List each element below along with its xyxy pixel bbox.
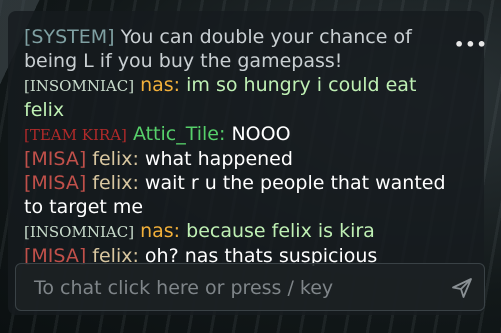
chat-message-system: [SYSTEM] You can double your chance of b… [24, 25, 454, 73]
player-name[interactable]: nas: [140, 74, 180, 96]
chat-input-bar[interactable]: To chat click here or press / key [15, 263, 485, 311]
chat-message: [MISA] felix: wait r u the people that w… [24, 171, 454, 219]
more-options-button[interactable]: ••• [454, 33, 487, 57]
chat-message: [INSOMNIAC] nas: because felix is kira [24, 219, 454, 244]
player-name[interactable]: felix: [92, 148, 139, 170]
chat-message-list: [SYSTEM] You can double your chance of b… [24, 25, 454, 268]
chat-message: [TEAM KIRA] Attic_Tile: NOOO [24, 122, 454, 147]
team-tag-misa: [MISA] [24, 172, 87, 194]
team-tag-misa: [MISA] [24, 148, 87, 170]
chat-message: [MISA] felix: what happened [24, 147, 454, 171]
player-name[interactable]: Attic_Tile: [133, 123, 225, 145]
player-name[interactable]: felix: [92, 172, 139, 194]
message-text: NOOO [231, 123, 291, 145]
chat-message: [INSOMNIAC] nas: im so hungry i could ea… [24, 73, 454, 122]
message-text: what happened [144, 148, 293, 170]
player-name[interactable]: nas: [140, 220, 180, 242]
team-tag-insomniac: [INSOMNIAC] [24, 77, 135, 95]
message-text: wait r u the people that wanted to targe… [24, 172, 446, 218]
chat-input-field[interactable]: To chat click here or press / key [34, 264, 333, 312]
system-tag: [SYSTEM] [24, 26, 115, 48]
team-tag-kira: [TEAM KIRA] [24, 126, 127, 144]
team-tag-insomniac: [INSOMNIAC] [24, 223, 135, 241]
message-text: because felix is kira [186, 220, 375, 242]
send-icon[interactable] [450, 276, 474, 300]
